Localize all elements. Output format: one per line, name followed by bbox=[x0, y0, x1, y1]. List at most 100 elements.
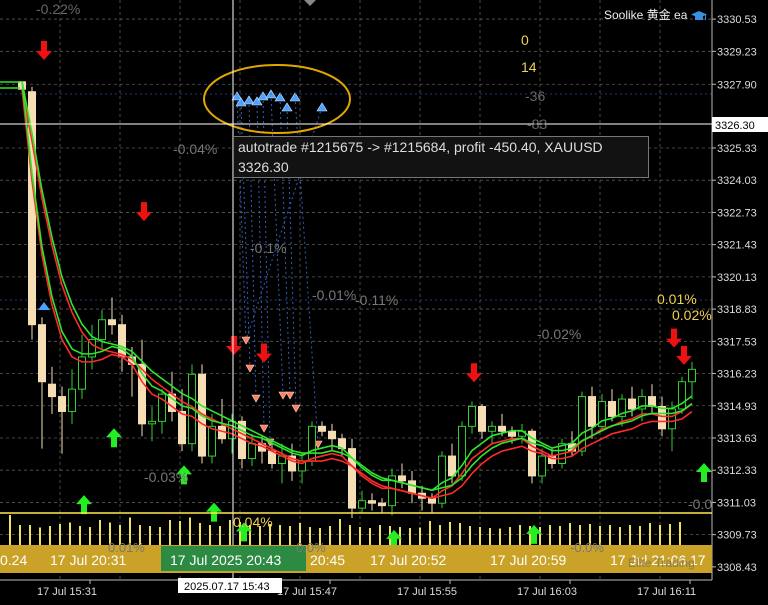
price-chart[interactable]: 3330.53 3329.23 3327.90 3326.30 3325.33 3324.… bbox=[0, 0, 768, 600]
stat-value-1: 14 bbox=[521, 59, 537, 75]
bull-candle[interactable] bbox=[358, 500, 366, 509]
price-tick-label: 3316.23 bbox=[717, 369, 757, 381]
expert-advisor-name: Soolike 黄金 ea bbox=[604, 8, 688, 22]
trade-entry-marker[interactable] bbox=[38, 302, 50, 310]
bear-candle[interactable] bbox=[398, 475, 406, 482]
bull-candle[interactable] bbox=[208, 425, 216, 457]
stat-top-left: -0.22% bbox=[36, 1, 80, 17]
bear-candle[interactable] bbox=[48, 383, 56, 398]
stat-value-3: -83 bbox=[527, 116, 547, 132]
bear-candle[interactable] bbox=[378, 502, 386, 507]
price-tick-label: 3313.63 bbox=[717, 433, 757, 445]
buy-signal-arrow bbox=[76, 495, 92, 515]
time-tick-label: 17 Jul 15:47 bbox=[277, 586, 337, 598]
bear-candle[interactable] bbox=[478, 405, 486, 432]
price-tick-label: 3322.73 bbox=[717, 207, 757, 219]
bull-candle[interactable] bbox=[688, 368, 696, 383]
strip-label-4: 17 Jul 20:52 bbox=[370, 552, 446, 568]
bull-candle[interactable] bbox=[148, 420, 156, 425]
time-tick-label: 17 Jul 16:03 bbox=[517, 586, 577, 598]
pct-label-6: 0.02% bbox=[672, 307, 712, 323]
trade-entry-marker[interactable] bbox=[257, 91, 269, 101]
stat-value-0: 0 bbox=[521, 32, 529, 48]
time-tick-label: 17 Jul 15:31 bbox=[37, 586, 97, 598]
strip-label-2: 17 Jul 2025 20:43 bbox=[170, 552, 282, 568]
bull-candle[interactable] bbox=[68, 388, 76, 412]
chart-shift-marker[interactable] bbox=[304, 0, 316, 6]
trade-entry-marker[interactable] bbox=[243, 95, 255, 105]
bear-candle[interactable] bbox=[658, 405, 666, 430]
bull-candle[interactable] bbox=[538, 455, 546, 477]
strip-faint-0: 0.01% bbox=[108, 540, 145, 555]
sell-signal-arrow bbox=[666, 328, 682, 348]
strip-faint-2: -0.0% bbox=[570, 540, 604, 555]
buy-signal-arrow bbox=[206, 502, 222, 522]
time-tick-label: 17 Jul 15:55 bbox=[397, 586, 457, 598]
bull-candle[interactable] bbox=[668, 408, 676, 430]
pct-label-9: -0.0 bbox=[688, 496, 712, 512]
bear-candle[interactable] bbox=[498, 425, 506, 432]
bull-candle[interactable] bbox=[468, 405, 476, 427]
current-price-label: 3326.30 bbox=[715, 120, 755, 132]
bear-candle[interactable] bbox=[608, 401, 616, 417]
price-tick-label: 3330.53 bbox=[717, 14, 757, 26]
price-tick-label: 3312.33 bbox=[717, 465, 757, 477]
trade-exit-marker[interactable] bbox=[251, 394, 261, 403]
trade-entry-marker[interactable] bbox=[281, 102, 293, 112]
bear-candle[interactable] bbox=[318, 425, 326, 432]
time-tick-label: 17 Jul 16:11 bbox=[637, 586, 696, 598]
bull-candle[interactable] bbox=[98, 319, 106, 341]
bear-candle[interactable] bbox=[588, 396, 596, 427]
bear-candle[interactable] bbox=[408, 480, 416, 494]
trade-exit-marker[interactable] bbox=[285, 391, 295, 400]
price-tick-label: 3317.53 bbox=[717, 336, 757, 348]
pct-label-5: 0.01% bbox=[657, 291, 697, 307]
trade-exit-marker[interactable] bbox=[259, 424, 269, 433]
bear-candle[interactable] bbox=[178, 410, 186, 445]
pct-label-1: -0.1% bbox=[250, 240, 287, 256]
bear-candle[interactable] bbox=[648, 396, 656, 407]
bear-candle[interactable] bbox=[448, 455, 456, 477]
bear-candle[interactable] bbox=[368, 500, 376, 504]
price-tick-label: 3311.03 bbox=[717, 497, 756, 509]
price-tick-label: 3320.13 bbox=[717, 272, 757, 284]
pct-label-0: -0.04% bbox=[173, 141, 217, 157]
strip-label-5: 17 Jul 20:59 bbox=[490, 552, 566, 568]
price-tick-label: 3325.33 bbox=[717, 143, 757, 155]
trade-exit-marker[interactable] bbox=[278, 391, 288, 400]
tooltip-trade-line: autotrade #1215675 -> #1215684, profit -… bbox=[238, 139, 603, 155]
pct-label-7: -0.03% bbox=[144, 469, 188, 485]
sell-signal-arrow bbox=[36, 41, 52, 61]
buy-signal-arrow bbox=[696, 462, 712, 482]
graduation-cap-icon bbox=[690, 10, 707, 20]
sell-signal-arrow bbox=[676, 345, 692, 365]
strip-faint-1: 0.0% bbox=[296, 540, 326, 555]
expert-advisor-label[interactable]: Soolike 黄金 ea bbox=[604, 6, 707, 23]
trade-exit-marker[interactable] bbox=[245, 364, 255, 373]
bull-candle[interactable] bbox=[308, 425, 316, 462]
bear-candle[interactable] bbox=[328, 430, 336, 440]
price-tick-label: 3314.93 bbox=[717, 401, 757, 413]
chart-canvas[interactable]: 3330.53 3329.23 3327.90 3326.30 3325.33 3324.… bbox=[0, 0, 768, 600]
bear-candle[interactable] bbox=[38, 324, 46, 383]
sell-signal-arrow bbox=[136, 202, 152, 222]
bear-candle[interactable] bbox=[628, 398, 636, 410]
bear-candle[interactable] bbox=[108, 319, 116, 326]
stat-value-2: -36 bbox=[525, 88, 545, 104]
sell-signal-arrow bbox=[256, 343, 272, 363]
price-tick-label: 3308.43 bbox=[717, 562, 757, 574]
bear-candle[interactable] bbox=[58, 396, 66, 412]
pct-label-3: -0.11% bbox=[355, 292, 398, 308]
pct-label-2: -0.01% bbox=[312, 287, 356, 303]
bear-candle[interactable] bbox=[118, 324, 126, 358]
pct-label-4: -0.02% bbox=[537, 326, 581, 342]
crosshair-time-label: 2025.07.17 15:43 bbox=[184, 581, 270, 593]
strip-label-0: 0.24 bbox=[0, 552, 27, 568]
trade-entry-marker[interactable] bbox=[316, 102, 328, 112]
price-tick-label: 3324.03 bbox=[717, 175, 757, 187]
bull-candle[interactable] bbox=[488, 425, 496, 432]
price-tick-label: 3321.43 bbox=[717, 240, 757, 252]
bull-candle[interactable] bbox=[248, 443, 256, 460]
price-tick-label: 3327.90 bbox=[717, 79, 757, 91]
trade-exit-marker[interactable] bbox=[291, 404, 301, 413]
